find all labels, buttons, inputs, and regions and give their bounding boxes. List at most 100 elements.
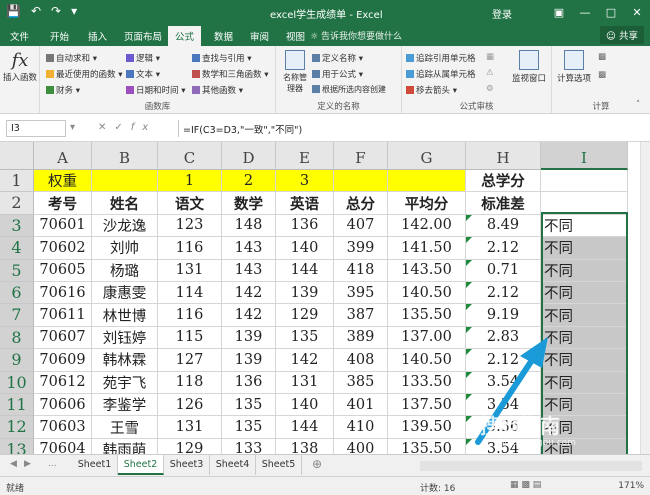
data-cell[interactable]: 115 [158,326,222,350]
close-icon[interactable]: ✕ [624,0,650,24]
name-box[interactable]: I3 [6,120,66,137]
save-icon[interactable]: 💾 [6,4,21,18]
data-cell[interactable]: 143 [222,259,276,282]
more-functions-button[interactable]: 其他函数 ▾ [192,84,243,96]
data-cell[interactable]: 141.50 [388,237,466,260]
column-header-b[interactable]: B [92,142,158,170]
column-header-h[interactable]: H [466,142,541,170]
customize-qat-icon[interactable]: ▾ [71,4,77,18]
data-cell[interactable]: 138 [276,438,334,454]
data-cell[interactable]: 139.50 [388,416,466,439]
row-header-2[interactable]: 2 [0,192,34,215]
data-cell[interactable]: 135.50 [388,438,466,454]
cell-d1[interactable]: 2 [222,170,276,193]
data-cell[interactable]: 131 [158,416,222,439]
row-header-13[interactable]: 13 [0,438,34,454]
new-sheet-icon[interactable]: ⊕ [312,457,322,471]
view-buttons[interactable]: ▦ ▩ ▤ [510,480,541,490]
remove-arrows-button[interactable]: 移去箭头 ▾ [406,84,457,96]
data-cell[interactable]: 70606 [34,394,92,417]
insert-function-button[interactable]: fx 插入函数 [2,50,38,83]
data-cell[interactable]: 70603 [34,416,92,439]
data-cell[interactable]: 118 [158,371,222,394]
sheet-tab-4[interactable]: Sheet4 [210,455,256,475]
cell-f2[interactable]: 总分 [334,192,388,215]
data-cell[interactable]: 387 [334,304,388,327]
data-cell[interactable]: 李鉴学 [92,394,158,417]
sheet-tab-2[interactable]: Sheet2 [118,455,164,475]
data-cell[interactable]: 131 [276,371,334,394]
evaluate-formula-icon[interactable]: ⚙ [486,84,494,94]
data-cell[interactable]: 3.54 [466,371,541,394]
data-cell[interactable]: 140.50 [388,282,466,305]
cell-h1[interactable]: 总学分 [466,170,541,193]
data-cell[interactable]: 刘钰婷 [92,326,158,350]
data-cell[interactable]: 70601 [34,214,92,238]
lookup-button[interactable]: 查找与引用 ▾ [192,52,251,64]
cell-g1[interactable] [388,170,466,193]
data-cell[interactable]: 林世博 [92,304,158,327]
fx-insert-icon[interactable]: fx [131,122,156,133]
more-sheets-icon[interactable]: ... [48,459,57,469]
data-cell[interactable]: 杨璐 [92,259,158,282]
trace-dependents-button[interactable]: 追踪从属单元格 [406,68,476,80]
data-cell[interactable]: 2.12 [466,237,541,260]
column-header-g[interactable]: G [388,142,466,170]
data-cell[interactable]: 123 [158,214,222,238]
data-cell[interactable]: 王雪 [92,416,158,439]
data-cell[interactable]: 401 [334,394,388,417]
row-header-10[interactable]: 10 [0,371,34,394]
sign-in-link[interactable]: 登录 [492,6,512,21]
row-header-1[interactable]: 1 [0,170,34,193]
data-cell[interactable]: 385 [334,371,388,394]
data-cell[interactable]: 389 [334,326,388,350]
use-in-formula-button[interactable]: 用于公式 ▾ [312,68,363,80]
data-cell[interactable]: 70609 [34,349,92,372]
data-cell[interactable]: 133 [222,438,276,454]
data-cell[interactable]: 2.12 [466,349,541,372]
result-cell[interactable]: 不同 [541,214,628,238]
calculation-options-button[interactable]: 计算选项 [554,50,594,84]
data-cell[interactable]: 140.50 [388,349,466,372]
row-header-8[interactable]: 8 [0,326,34,350]
data-cell[interactable]: 136 [222,371,276,394]
cell-a1[interactable]: 权重 [34,170,92,193]
ribbon-display-icon[interactable]: ▣ [546,0,572,24]
data-cell[interactable]: 70604 [34,438,92,454]
data-cell[interactable]: 沙龙逸 [92,214,158,238]
data-cell[interactable]: 142 [222,282,276,305]
trace-precedents-button[interactable]: 追踪引用单元格 [406,52,476,64]
data-cell[interactable]: 418 [334,259,388,282]
tab-formulas[interactable]: 公式 [168,26,202,46]
enter-icon[interactable]: ✓ [114,122,130,133]
watch-window-button[interactable]: 监视窗口 [508,50,550,84]
create-from-selection-button[interactable]: 根据所选内容创建 [312,84,386,95]
text-button[interactable]: 文本 ▾ [126,68,160,80]
data-cell[interactable]: 148 [222,214,276,238]
cell-b1[interactable] [92,170,158,193]
column-header-i[interactable]: I [541,142,628,170]
row-header-9[interactable]: 9 [0,349,34,372]
tab-review[interactable]: 审阅 [250,29,269,43]
tab-page-layout[interactable]: 页面布局 [124,29,162,43]
name-box-dropdown-icon[interactable]: ▾ [70,122,75,133]
minimize-icon[interactable]: — [572,0,598,24]
row-header-6[interactable]: 6 [0,282,34,305]
sheet-tab-5[interactable]: Sheet5 [256,455,302,475]
data-cell[interactable]: 129 [276,304,334,327]
data-cell[interactable]: 韩林霖 [92,349,158,372]
data-cell[interactable]: 0.71 [466,259,541,282]
data-cell[interactable]: 142.00 [388,214,466,238]
data-cell[interactable]: 131 [158,259,222,282]
data-cell[interactable]: 142 [222,304,276,327]
data-cell[interactable]: 70612 [34,371,92,394]
data-cell[interactable]: 135.50 [388,304,466,327]
name-manager-button[interactable]: 名称管理器 [280,50,310,94]
cell-f1[interactable] [334,170,388,193]
redo-icon[interactable]: ↷ [51,4,61,18]
data-cell[interactable]: 70605 [34,259,92,282]
data-cell[interactable]: 70616 [34,282,92,305]
row-header-7[interactable]: 7 [0,304,34,327]
data-cell[interactable]: 116 [158,304,222,327]
data-cell[interactable]: 142 [276,349,334,372]
